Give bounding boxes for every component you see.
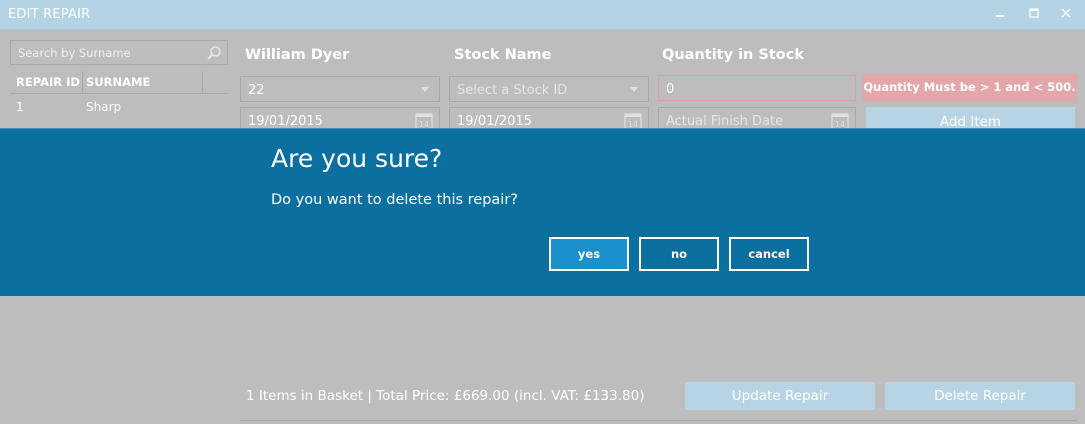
dialog-title: Are you sure? (271, 144, 443, 173)
quantity-error-message: Quantity Must be > 1 and < 500. (862, 74, 1077, 101)
minimize-icon (996, 15, 1004, 17)
delete-repair-button[interactable]: Delete Repair (885, 382, 1075, 410)
finish-date-placeholder: Actual Finish Date (666, 114, 784, 129)
column-divider (82, 71, 83, 93)
minimize-button[interactable] (990, 6, 1010, 24)
cancel-button[interactable]: cancel (729, 237, 809, 271)
stock-id-placeholder: Select a Stock ID (457, 83, 568, 98)
customer-id-dropdown[interactable]: 22 (240, 76, 440, 102)
repair-table-header: REPAIR ID SURNAME (10, 71, 228, 94)
chevron-down-icon (630, 87, 638, 92)
customer-name-label: William Dyer (245, 47, 350, 63)
confirm-dialog: Are you sure? Do you want to delete this… (0, 128, 1085, 296)
stock-name-label: Stock Name (454, 47, 552, 63)
search-placeholder: Search by Surname (18, 46, 131, 60)
quantity-input[interactable]: 0 (658, 75, 856, 101)
update-repair-button[interactable]: Update Repair (685, 382, 875, 410)
yes-button[interactable]: yes (549, 237, 629, 271)
footer-divider (240, 420, 1077, 421)
search-input[interactable]: Search by Surname (10, 40, 228, 65)
customer-id-value: 22 (248, 83, 265, 98)
close-button[interactable] (1056, 6, 1076, 24)
chevron-down-icon (421, 87, 429, 92)
expected-date-value: 19/01/2015 (457, 114, 532, 129)
search-icon (207, 46, 221, 60)
basket-summary: 1 Items in Basket | Total Price: £669.00… (246, 388, 645, 404)
column-divider (202, 71, 203, 93)
stock-id-dropdown[interactable]: Select a Stock ID (449, 76, 649, 102)
surname-cell: Sharp (86, 100, 122, 114)
no-button[interactable]: no (639, 237, 719, 271)
repair-id-cell: 1 (16, 100, 24, 114)
close-icon (1061, 8, 1071, 18)
column-repair-id[interactable]: REPAIR ID (16, 75, 80, 89)
title-bar: EDIT REPAIR (0, 0, 1085, 30)
start-date-value: 19/01/2015 (248, 114, 323, 129)
maximize-button[interactable] (1024, 6, 1044, 24)
dialog-message: Do you want to delete this repair? (271, 192, 518, 208)
maximize-icon (1029, 8, 1039, 18)
column-surname[interactable]: SURNAME (86, 75, 150, 89)
quantity-label: Quantity in Stock (662, 47, 805, 63)
quantity-value: 0 (666, 82, 675, 97)
window-title: EDIT REPAIR (8, 7, 91, 22)
